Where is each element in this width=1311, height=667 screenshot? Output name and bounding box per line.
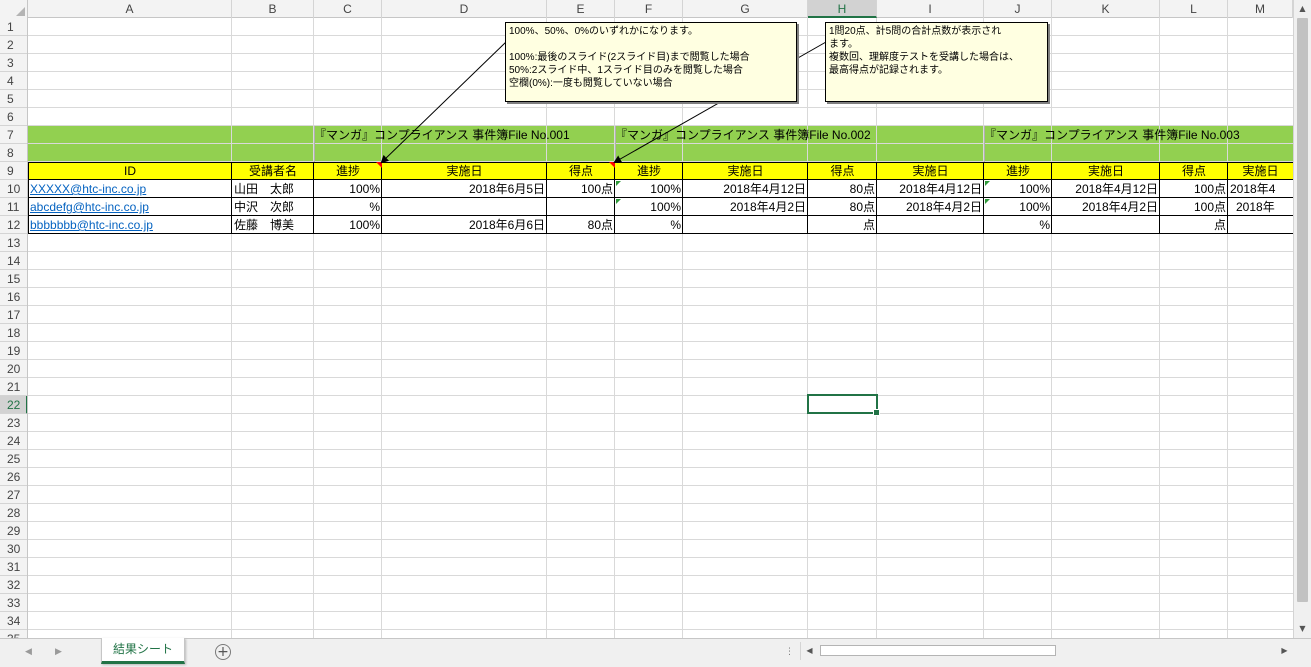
row-header-31[interactable]: 31 <box>0 558 27 576</box>
row-header-30[interactable]: 30 <box>0 540 27 558</box>
comment-arrows <box>380 41 827 164</box>
row-header-35[interactable]: 35 <box>0 630 27 638</box>
row-header-27[interactable]: 27 <box>0 486 27 504</box>
row-header-2[interactable]: 2 <box>0 36 27 54</box>
row-header-1[interactable]: 1 <box>0 18 27 36</box>
row-header-26[interactable]: 26 <box>0 468 27 486</box>
row-header-23[interactable]: 23 <box>0 414 27 432</box>
row-header-17[interactable]: 17 <box>0 306 27 324</box>
row-header-19[interactable]: 19 <box>0 342 27 360</box>
column-header-f[interactable]: F <box>615 0 683 18</box>
row-header-33[interactable]: 33 <box>0 594 27 612</box>
add-sheet-icon[interactable]: + <box>215 644 231 660</box>
column-header-d[interactable]: D <box>382 0 547 18</box>
scroll-left-icon[interactable]: ◀ <box>801 642 818 660</box>
row-header-14[interactable]: 14 <box>0 252 27 270</box>
sheet-tab-bar: ◀ ▶ 結果シート + ⋮ ◀ ▶ <box>0 638 1311 667</box>
column-header-j[interactable]: J <box>984 0 1052 18</box>
select-all-corner[interactable] <box>0 0 28 18</box>
column-header-e[interactable]: E <box>547 0 615 18</box>
row-header-16[interactable]: 16 <box>0 288 27 306</box>
row-header-9[interactable]: 9 <box>0 162 27 180</box>
scroll-up-icon[interactable]: ▲ <box>1294 0 1311 17</box>
row-header-12[interactable]: 12 <box>0 216 27 234</box>
column-header-g[interactable]: G <box>683 0 808 18</box>
row-header-8[interactable]: 8 <box>0 144 27 162</box>
row-header-25[interactable]: 25 <box>0 450 27 468</box>
scroll-down-icon[interactable]: ▼ <box>1294 620 1311 637</box>
row-header-4[interactable]: 4 <box>0 72 27 90</box>
comment-progress-note[interactable]: 100%、50%、0%のいずれかになります。 100%:最後のスライド(2スライ… <box>505 22 797 102</box>
row-header-18[interactable]: 18 <box>0 324 27 342</box>
active-cell-selection[interactable] <box>807 394 880 416</box>
comment-arrow-c9 <box>380 41 507 164</box>
row-header-22[interactable]: 22 <box>0 396 27 414</box>
row-header-28[interactable]: 28 <box>0 504 27 522</box>
row-header-bar: 1 2 3 4 5 6 7 8 9 10 11 12 13 14 15 16 17 18 19 20 21 22 23 24 2… <box>0 18 28 638</box>
column-header-k[interactable]: K <box>1052 0 1160 18</box>
row-header-3[interactable]: 3 <box>0 54 27 72</box>
row-header-21[interactable]: 21 <box>0 378 27 396</box>
split-handle-icon[interactable]: ⋮ <box>785 647 794 657</box>
row-header-7[interactable]: 7 <box>0 126 27 144</box>
row-header-10[interactable]: 10 <box>0 180 27 198</box>
column-header-bar: A B C D E F G H I J K L M <box>0 0 1293 18</box>
row-header-15[interactable]: 15 <box>0 270 27 288</box>
nav-left-icon[interactable]: ◀ <box>25 647 32 657</box>
resize-corner <box>1293 639 1311 667</box>
column-header-i[interactable]: I <box>877 0 984 18</box>
cell-grid[interactable]: 『マンガ』コンプライアンス 事件簿File No.001 『マンガ』コンプライア… <box>28 18 1293 638</box>
row-header-13[interactable]: 13 <box>0 234 27 252</box>
scroll-right-icon[interactable]: ▶ <box>1276 642 1293 660</box>
column-header-a[interactable]: A <box>28 0 232 18</box>
column-header-m[interactable]: M <box>1228 0 1293 18</box>
row-header-32[interactable]: 32 <box>0 576 27 594</box>
row-header-20[interactable]: 20 <box>0 360 27 378</box>
row-header-34[interactable]: 34 <box>0 612 27 630</box>
horizontal-scroll-thumb[interactable] <box>820 645 1056 656</box>
column-header-b[interactable]: B <box>232 0 314 18</box>
vertical-scrollbar[interactable]: ▲ ▼ <box>1293 0 1311 638</box>
vertical-scroll-thumb[interactable] <box>1297 18 1308 602</box>
sheet-tab-results[interactable]: 結果シート <box>101 638 185 664</box>
spreadsheet-window: A B C D E F G H I J K L M 1 2 3 4 5 6 7 8 9 10 11 1… <box>0 0 1311 667</box>
column-header-h[interactable]: H <box>808 0 877 18</box>
row-header-5[interactable]: 5 <box>0 90 27 108</box>
comment-score-note[interactable]: 1問20点、計5問の合計点数が表示され ます。 複数回、理解度テストを受講した場… <box>825 22 1048 102</box>
column-header-c[interactable]: C <box>314 0 382 18</box>
row-header-6[interactable]: 6 <box>0 108 27 126</box>
row-header-29[interactable]: 29 <box>0 522 27 540</box>
column-header-l[interactable]: L <box>1160 0 1228 18</box>
nav-right-icon[interactable]: ▶ <box>55 647 62 657</box>
row-header-11[interactable]: 11 <box>0 198 27 216</box>
horizontal-scrollbar[interactable]: ◀ ▶ <box>800 642 1293 660</box>
row-header-24[interactable]: 24 <box>0 432 27 450</box>
